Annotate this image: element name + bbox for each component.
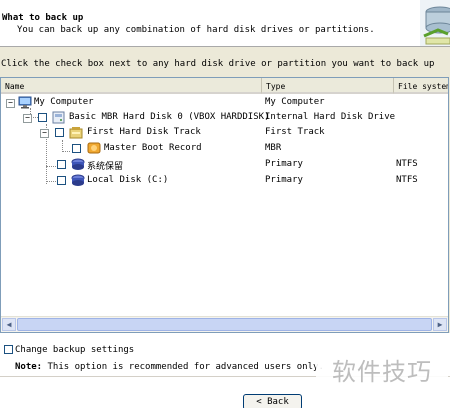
header-subtitle: You can back up any combination of hard … (17, 25, 375, 35)
tree-row-master-boot-record[interactable]: Master Boot Record MBR (1, 141, 448, 156)
change-backup-settings-label[interactable]: Change backup settings (15, 345, 134, 355)
drive-tree-list[interactable]: Name Type File system − My Computer My C… (0, 77, 449, 333)
scroll-right-icon[interactable]: ▶ (433, 318, 447, 331)
local-disk-c-checkbox[interactable] (57, 176, 66, 185)
column-header-file-system[interactable]: File system (394, 78, 448, 94)
tree-item-name: My Computer (34, 97, 94, 107)
tree-item-type: My Computer (265, 97, 325, 107)
change-backup-settings-checkbox[interactable] (4, 345, 13, 354)
tree-item-name: Basic MBR Hard Disk 0 (VBOX HARDDISK) (69, 112, 270, 122)
mbr-checkbox[interactable] (72, 144, 81, 153)
collapse-icon[interactable]: − (40, 129, 49, 138)
backup-wizard-window: What to back up You can back up any comb… (0, 0, 450, 408)
tree-row-my-computer[interactable]: − My Computer My Computer (1, 95, 448, 110)
collapse-icon[interactable]: − (23, 114, 32, 123)
scroll-thumb[interactable] (17, 318, 432, 331)
wizard-header: What to back up You can back up any comb… (0, 0, 450, 47)
tree-item-type: Primary (265, 175, 303, 185)
tree-item-file-system: NTFS (396, 159, 418, 169)
collapse-icon[interactable]: − (6, 99, 15, 108)
tree-item-name: First Hard Disk Track (87, 127, 201, 137)
tree-item-file-system: NTFS (396, 175, 418, 185)
tree-item-type: Primary (265, 159, 303, 169)
advanced-note: Note: This option is recommended for adv… (15, 362, 324, 372)
disk-track-icon (69, 126, 83, 142)
partition-icon (71, 158, 85, 174)
tree-row-hard-disk-0[interactable]: − Basic MBR Hard Disk 0 (VBOX HARDDISK) … (1, 110, 448, 125)
note-label: Note: (15, 362, 43, 372)
tree-item-name: 系统保留 (87, 162, 124, 172)
tree-row-local-disk-c[interactable]: Local Disk (C:) Primary NTFS (1, 173, 448, 188)
partition-icon (71, 174, 85, 190)
column-header-type[interactable]: Type (262, 78, 394, 94)
column-header-name[interactable]: Name (1, 78, 262, 94)
hard-disk-0-checkbox[interactable] (38, 113, 47, 122)
system-reserved-checkbox[interactable] (57, 160, 66, 169)
scroll-left-icon[interactable]: ◀ (2, 318, 16, 331)
back-button[interactable]: < Back (243, 394, 302, 408)
tree-item-type: First Track (265, 127, 325, 137)
tree-row-system-reserved[interactable]: 系统保留 Primary NTFS (1, 157, 448, 172)
backup-drive-icon (420, 0, 450, 46)
horizontal-scrollbar[interactable]: ◀ ▶ (1, 316, 448, 332)
first-track-checkbox[interactable] (55, 128, 64, 137)
header-title: What to back up (2, 13, 84, 23)
tree-item-type: Internal Hard Disk Drive (265, 112, 396, 122)
tree-item-name: Master Boot Record (104, 143, 202, 153)
tree-row-first-track[interactable]: − First Hard Disk Track First Track (1, 125, 448, 140)
mbr-icon (87, 141, 101, 158)
tree-item-name: Local Disk (C:) (87, 175, 169, 185)
watermark-text: 软件技巧 (316, 344, 448, 400)
instruction-text: Click the check box next to any hard dis… (1, 59, 435, 69)
tree-item-type: MBR (265, 143, 282, 153)
note-text: This option is recommended for advanced … (47, 362, 324, 372)
